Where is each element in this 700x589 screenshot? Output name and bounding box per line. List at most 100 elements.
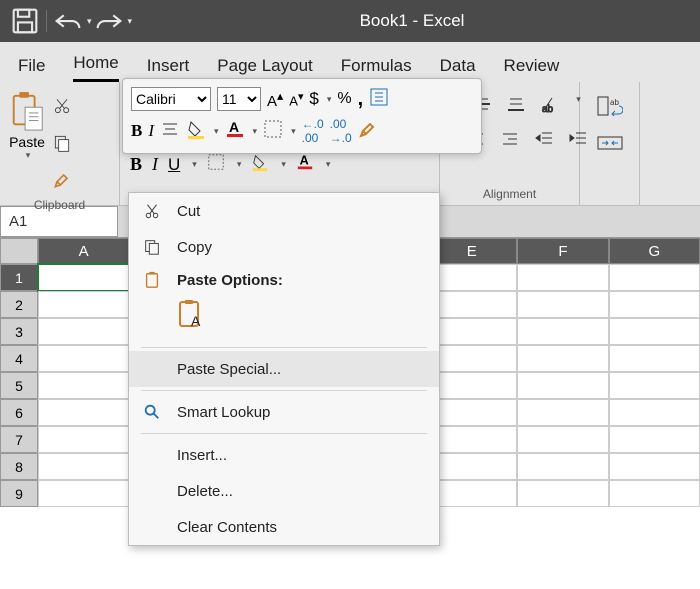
svg-text:ab: ab (610, 98, 619, 107)
mini-bold-button[interactable]: B (131, 121, 142, 141)
save-icon[interactable] (8, 4, 42, 38)
merge-center-icon[interactable] (597, 133, 623, 158)
cell[interactable] (517, 318, 608, 345)
menu-label: Smart Lookup (177, 404, 270, 421)
cell[interactable] (38, 426, 129, 453)
menu-delete[interactable]: Delete... (129, 473, 439, 509)
decrease-indent-icon[interactable] (534, 129, 554, 154)
ribbon-tabs: File Home Insert Page Layout Formulas Da… (0, 42, 700, 82)
paste-button[interactable]: Paste ▾ (8, 90, 46, 161)
row-header[interactable]: 3 (0, 318, 38, 345)
tab-home[interactable]: Home (73, 53, 118, 82)
fill-color-button[interactable] (251, 153, 269, 176)
font-name-select[interactable]: Calibri (131, 87, 211, 111)
comma-format-icon[interactable]: , (358, 88, 364, 111)
conditional-format-icon[interactable] (369, 87, 389, 112)
cell[interactable] (38, 264, 129, 291)
select-all-corner[interactable] (0, 238, 38, 264)
format-painter-icon[interactable] (52, 170, 72, 195)
cell[interactable] (517, 345, 608, 372)
cell[interactable] (38, 345, 129, 372)
redo-button[interactable] (92, 4, 126, 38)
decrease-font-icon[interactable]: A▾ (289, 90, 303, 108)
borders-button[interactable] (207, 153, 225, 176)
copy-icon[interactable] (52, 133, 72, 158)
svg-text:ab: ab (542, 104, 554, 114)
tab-file[interactable]: File (18, 56, 45, 82)
col-header-a[interactable]: A (38, 238, 129, 264)
context-menu: Cut Copy Paste Options: A Paste Special.… (128, 192, 440, 546)
window-title: Book1 - Excel (132, 11, 692, 31)
cell[interactable] (38, 291, 129, 318)
cell[interactable] (609, 480, 700, 507)
row-header[interactable]: 1 (0, 264, 38, 291)
row-header[interactable]: 8 (0, 453, 38, 480)
copy-icon (141, 238, 163, 256)
cell[interactable] (38, 480, 129, 507)
mini-font-color-icon[interactable]: A (225, 119, 245, 144)
row-header[interactable]: 4 (0, 345, 38, 372)
font-size-select[interactable]: 11 (217, 87, 261, 111)
mini-italic-button[interactable]: I (148, 121, 154, 141)
align-bottom-icon[interactable] (506, 94, 526, 119)
mini-format-painter-icon[interactable] (358, 119, 378, 144)
cell[interactable] (609, 318, 700, 345)
cell[interactable] (517, 291, 608, 318)
cell[interactable] (38, 372, 129, 399)
bold-button[interactable]: B (130, 154, 142, 175)
mini-fill-color-icon[interactable] (186, 119, 206, 144)
underline-button[interactable]: U (168, 155, 180, 175)
italic-button[interactable]: I (152, 154, 158, 175)
mini-borders-icon[interactable] (263, 119, 283, 144)
row-header[interactable]: 7 (0, 426, 38, 453)
cell[interactable] (517, 264, 608, 291)
mini-align-icon[interactable] (160, 119, 180, 144)
cell[interactable] (609, 264, 700, 291)
row-header[interactable]: 9 (0, 480, 38, 507)
increase-font-icon[interactable]: A▴ (267, 88, 283, 110)
font-color-button[interactable]: A (296, 153, 314, 176)
cell[interactable] (609, 345, 700, 372)
percent-format-icon[interactable]: % (337, 90, 351, 108)
cell[interactable] (517, 480, 608, 507)
undo-button[interactable] (51, 4, 85, 38)
menu-label: Clear Contents (177, 519, 277, 536)
cut-icon[interactable] (52, 96, 72, 121)
col-header-g[interactable]: G (609, 238, 700, 264)
group-wrap: ab (580, 82, 640, 205)
col-header-f[interactable]: F (517, 238, 608, 264)
clipboard-label: Clipboard (8, 195, 111, 216)
cell[interactable] (517, 372, 608, 399)
cell[interactable] (609, 372, 700, 399)
row-header[interactable]: 6 (0, 399, 38, 426)
paste-option-all[interactable]: A (129, 295, 439, 344)
accounting-format-icon[interactable]: $ (309, 89, 318, 109)
menu-smart-lookup[interactable]: Smart Lookup (129, 394, 439, 430)
menu-copy[interactable]: Copy (129, 229, 439, 265)
cell[interactable] (38, 453, 129, 480)
wrap-text-icon[interactable]: ab (597, 96, 623, 121)
cell[interactable] (609, 291, 700, 318)
cell[interactable] (517, 399, 608, 426)
cell[interactable] (609, 399, 700, 426)
decrease-decimal-icon[interactable]: .00→.0 (330, 117, 352, 145)
tab-review[interactable]: Review (504, 56, 560, 82)
row-header[interactable]: 2 (0, 291, 38, 318)
menu-label: Cut (177, 203, 200, 220)
orientation-icon[interactable]: ab (540, 94, 560, 119)
row-header[interactable]: 5 (0, 372, 38, 399)
cell[interactable] (38, 399, 129, 426)
menu-insert[interactable]: Insert... (129, 437, 439, 473)
menu-cut[interactable]: Cut (129, 193, 439, 229)
cell[interactable] (517, 453, 608, 480)
align-right-icon[interactable] (500, 129, 520, 154)
clipboard-icon (141, 271, 163, 289)
search-icon (141, 403, 163, 421)
cell[interactable] (609, 426, 700, 453)
menu-paste-special[interactable]: Paste Special... (129, 351, 439, 387)
cell[interactable] (609, 453, 700, 480)
cell[interactable] (517, 426, 608, 453)
increase-decimal-icon[interactable]: ←.0.00 (302, 117, 324, 145)
menu-clear-contents[interactable]: Clear Contents (129, 509, 439, 545)
cell[interactable] (38, 318, 129, 345)
